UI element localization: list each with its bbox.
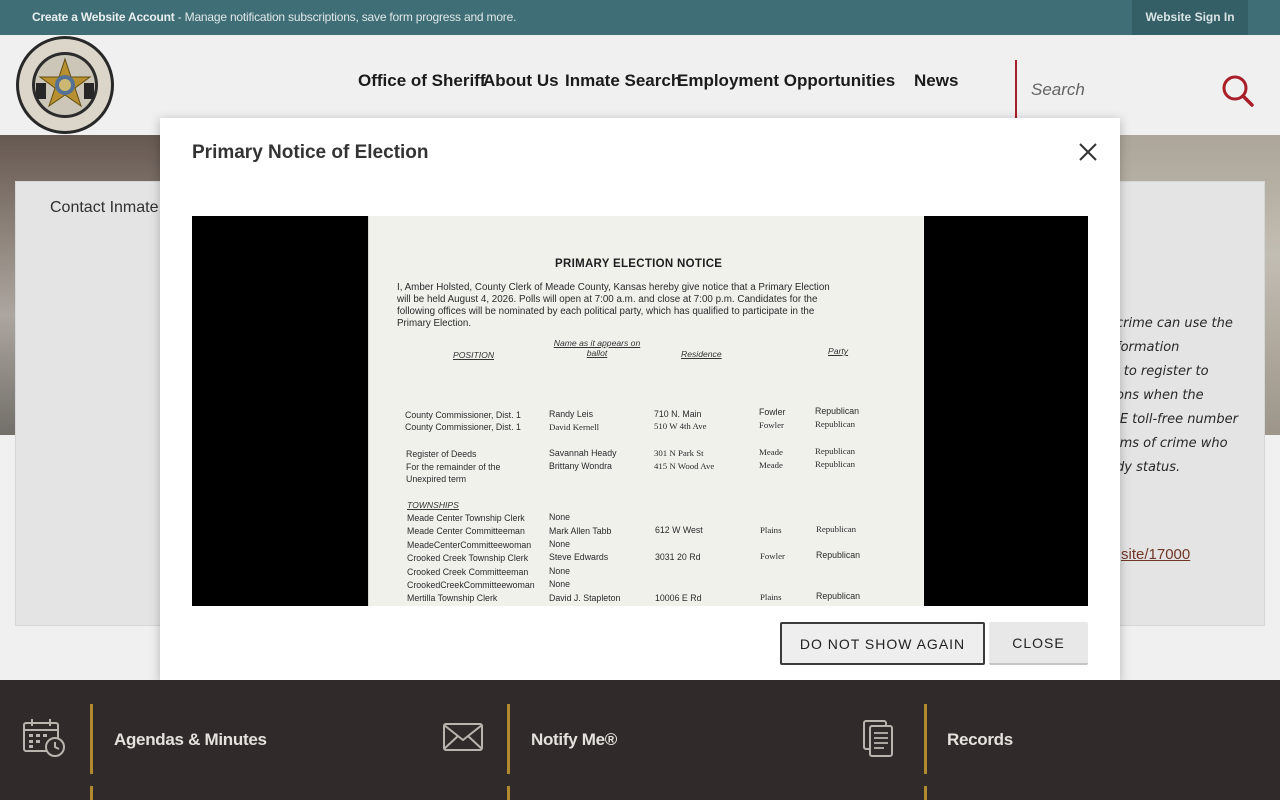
- account-description: - Manage notification subscriptions, sav…: [174, 10, 517, 24]
- election-notice-modal: Primary Notice of Election PRIMARY ELECT…: [160, 118, 1120, 682]
- paragraph-line: I, Amber Holsted, County Clerk of Meade …: [397, 282, 830, 293]
- document-paragraph: I, Amber Holsted, County Clerk of Meade …: [397, 282, 897, 330]
- township-name: None: [549, 579, 571, 589]
- row-name: Randy Leis: [549, 409, 594, 419]
- township-name: None: [549, 512, 571, 522]
- township-address: 3031 20 Rd: [655, 552, 701, 562]
- envelope-icon: [442, 718, 486, 758]
- quick-link-accent-bar: [924, 704, 927, 774]
- township-position: Meade Center Township Clerk: [407, 513, 525, 523]
- quick-link-notify-me[interactable]: Notify Me®: [440, 704, 840, 774]
- paragraph-line: following offices will be nominated by e…: [397, 306, 815, 317]
- do-not-show-again-button[interactable]: DO NOT SHOW AGAIN: [780, 622, 985, 665]
- row-address: 301 N Park St: [654, 448, 704, 458]
- row-party: Republican: [815, 446, 856, 456]
- row-party: Republican: [815, 419, 856, 429]
- quick-link-agendas[interactable]: Agendas & Minutes: [22, 704, 422, 774]
- township-position: Mertilla Township Clerk: [407, 593, 498, 603]
- column-header-position: POSITION: [453, 350, 495, 360]
- township-address: 612 W West: [655, 525, 703, 535]
- row-party: Republican: [815, 406, 860, 416]
- row-position: For the remainder of the: [406, 462, 501, 472]
- notice-document: PRIMARY ELECTION NOTICE I, Amber Holsted…: [368, 216, 924, 606]
- row-position: Register of Deeds: [406, 449, 477, 459]
- website-sign-in-button[interactable]: Website Sign In: [1132, 0, 1248, 35]
- township-address: 10006 E Rd: [655, 593, 702, 603]
- quick-link-label: Records: [947, 730, 1013, 749]
- township-name: Mark Allen Tabb: [549, 526, 612, 536]
- quick-link-accent-bar: [90, 704, 93, 774]
- document-heading: PRIMARY ELECTION NOTICE: [555, 258, 723, 270]
- top-bar: Create a Website Account - Manage notifi…: [0, 0, 1280, 35]
- row-address: 710 N. Main: [654, 409, 702, 419]
- footer-divider: [90, 786, 93, 800]
- footer-divider: [924, 786, 927, 800]
- calendar-clock-icon: [22, 718, 66, 758]
- row-party: Republican: [815, 459, 856, 469]
- quick-link-label: Notify Me®: [531, 730, 618, 749]
- township-name: None: [549, 539, 571, 549]
- township-name: None: [549, 566, 571, 576]
- create-account-link[interactable]: Create a Website Account: [32, 10, 175, 24]
- township-position: Crooked Creek Committeeman: [407, 567, 529, 577]
- township-city: Fowler: [760, 551, 785, 561]
- paragraph-line: will be held August 4, 2026. Polls will …: [397, 294, 818, 305]
- row-name: David Kernell: [549, 422, 600, 432]
- row-name: Brittany Wondra: [549, 461, 612, 471]
- township-position: Crooked Creek Township Clerk: [407, 553, 529, 563]
- township-position: MeadeCenterCommitteewoman: [407, 540, 532, 550]
- townships-label: TOWNSHIPS: [407, 500, 459, 510]
- township-position: CrookedCreekCommitteewoman: [407, 580, 535, 590]
- modal-title: Primary Notice of Election: [192, 142, 429, 163]
- row-name: Savannah Heady: [549, 448, 617, 458]
- township-city: Plains: [760, 592, 782, 602]
- row-city: Meade: [759, 460, 783, 470]
- township-name: Steve Edwards: [549, 552, 609, 562]
- row-address: 415 N Wood Ave: [654, 461, 715, 471]
- township-name: David J. Stapleton: [549, 593, 621, 603]
- row-city: Meade: [759, 447, 783, 457]
- documents-icon: [860, 718, 904, 758]
- quick-link-label: Agendas & Minutes: [114, 730, 267, 749]
- column-header-residence: Residence: [681, 349, 722, 359]
- row-city: Fowler: [759, 407, 786, 417]
- footer-divider: [507, 786, 510, 800]
- column-header-name: Name as it appears on ballot: [553, 338, 641, 358]
- row-position: County Commissioner, Dist. 1: [405, 422, 521, 432]
- election-notice-image: PRIMARY ELECTION NOTICE I, Amber Holsted…: [192, 216, 1088, 606]
- row-position: County Commissioner, Dist. 1: [405, 410, 521, 420]
- close-button[interactable]: CLOSE: [989, 622, 1088, 665]
- quick-link-accent-bar: [507, 704, 510, 774]
- quick-link-records[interactable]: Records: [858, 704, 1258, 774]
- paragraph-line: Primary Election.: [397, 318, 472, 329]
- township-party: Republican: [816, 550, 861, 560]
- column-header-party: Party: [828, 346, 849, 356]
- row-address: 510 W 4th Ave: [654, 421, 707, 431]
- township-party: Republican: [816, 591, 861, 601]
- township-city: Plains: [760, 525, 782, 535]
- footer-quick-links: Agendas & Minutes Notify Me® Records: [0, 680, 1280, 800]
- township-party: Republican: [816, 524, 857, 534]
- account-message: Create a Website Account - Manage notifi…: [32, 10, 516, 24]
- township-position: Meade Center Committeeman: [407, 526, 525, 536]
- row-position: Unexpired term: [406, 474, 467, 484]
- row-city: Fowler: [759, 420, 784, 430]
- close-icon[interactable]: [1076, 140, 1100, 164]
